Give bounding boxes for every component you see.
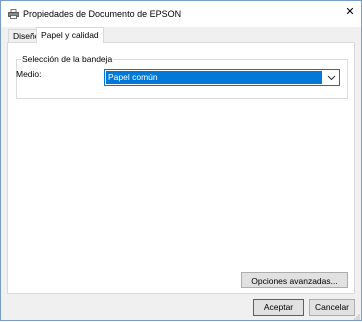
cancel-button[interactable]: Cancelar (309, 299, 355, 316)
tab-panel-papel-y-calidad: Selección de la bandeja Medio: Papel com… (7, 42, 355, 294)
ok-button[interactable]: Aceptar (253, 299, 304, 316)
document-properties-window: Propiedades de Documento de EPSON ✕ Dise… (0, 0, 362, 321)
close-button[interactable]: ✕ (343, 5, 357, 19)
tray-selection-legend: Selección de la bandeja (21, 54, 114, 64)
media-select-value: Papel común (106, 71, 322, 84)
advanced-options-button[interactable]: Opciones avanzadas... (241, 272, 348, 288)
media-select[interactable]: Papel común (104, 69, 340, 86)
media-label: Medio: (16, 69, 42, 79)
tab-papel-y-calidad[interactable]: Papel y calidad (36, 27, 104, 43)
window-title: Propiedades de Documento de EPSON (23, 9, 182, 19)
chevron-down-icon[interactable] (325, 71, 338, 84)
resize-grip-icon[interactable] (353, 312, 360, 320)
title-bar[interactable]: Propiedades de Documento de EPSON ✕ (1, 1, 361, 27)
printer-icon (8, 9, 19, 19)
tab-strip: Diseño Papel y calidad (8, 27, 354, 43)
